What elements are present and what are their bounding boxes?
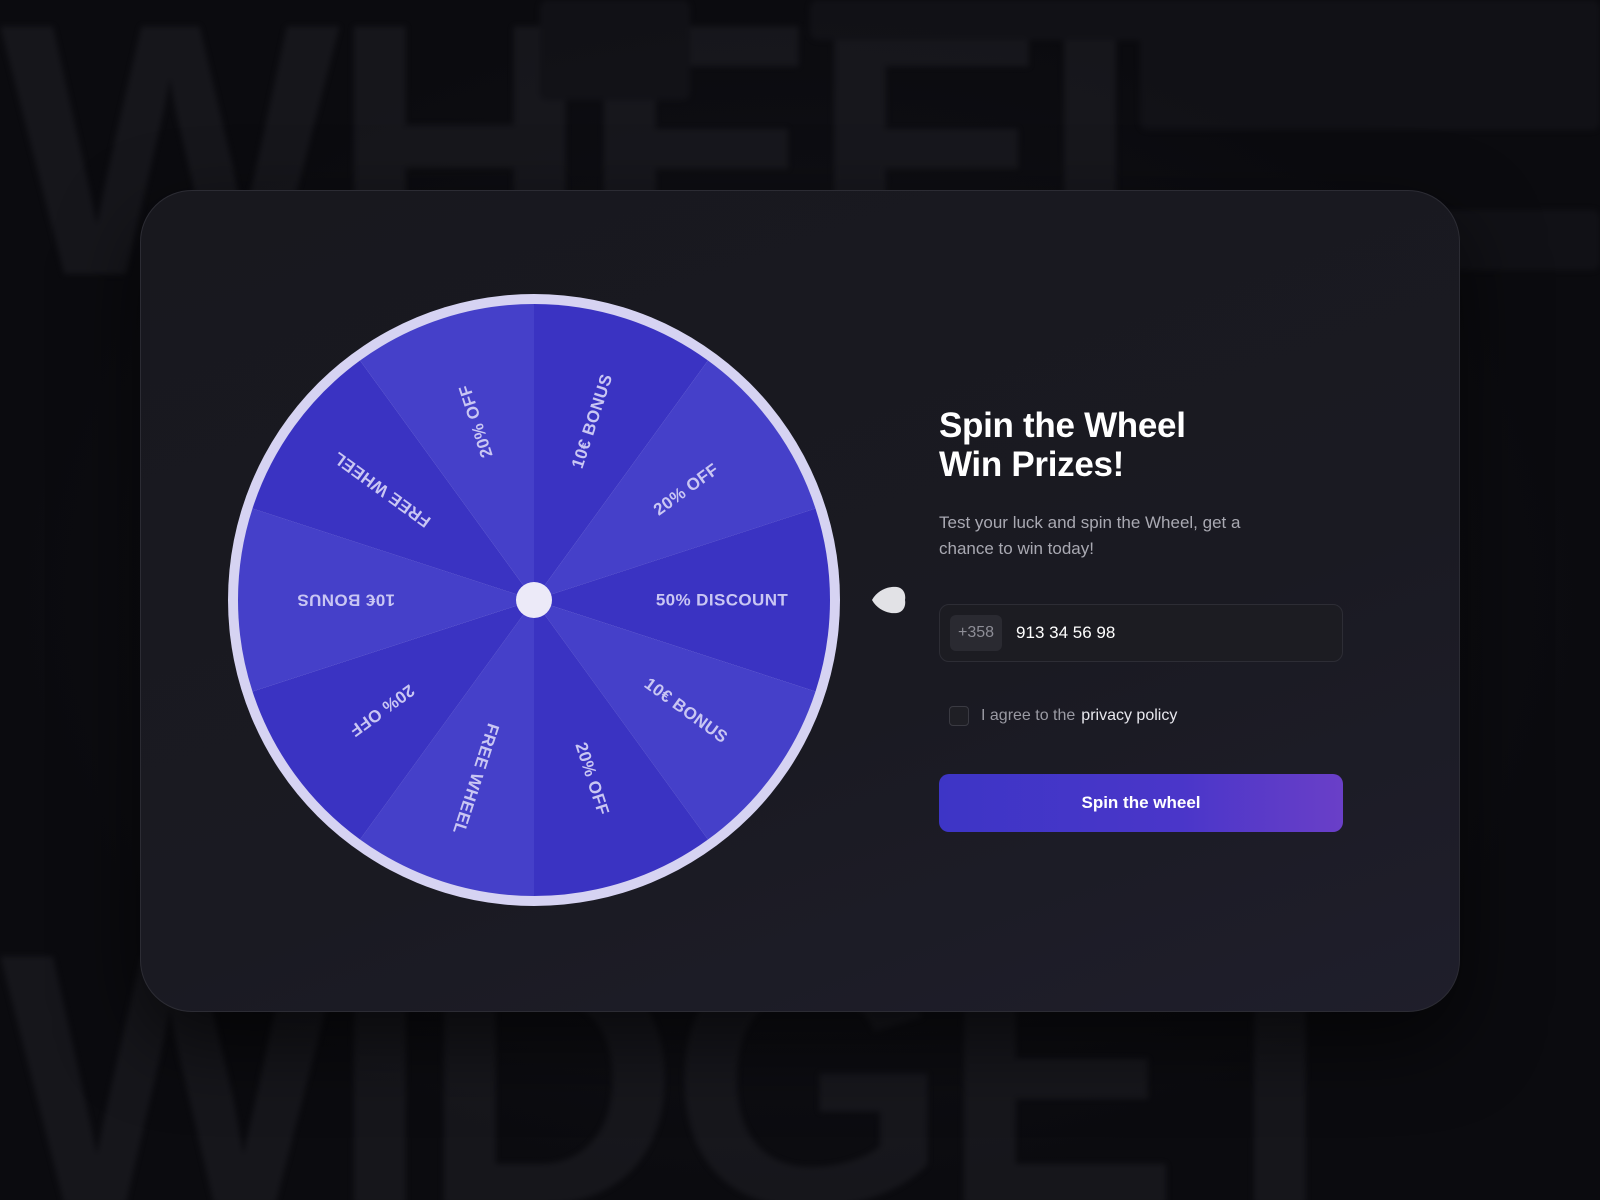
phone-field[interactable]: +358 (939, 604, 1343, 662)
background-panel (540, 0, 690, 100)
agree-label: I agree to the (981, 707, 1076, 724)
privacy-checkbox[interactable] (949, 706, 969, 726)
prize-wheel[interactable]: 10€ BONUS 20% OFF 50% DISCOUNT 10€ BONUS 20%… (228, 294, 840, 906)
title-line-1: Spin the Wheel (939, 406, 1186, 445)
background-panel (1140, 0, 1600, 130)
wheel-pointer-icon (872, 586, 906, 614)
form-panel: Spin the Wheel Win Prizes! Test your luc… (939, 406, 1359, 832)
country-code-selector[interactable]: +358 (950, 615, 1003, 651)
description-text: Test your luck and spin the Wheel, get a… (939, 513, 1241, 558)
spin-wheel-button[interactable]: Spin the wheel (939, 774, 1343, 832)
background-panel (1440, 210, 1600, 270)
page-title: Spin the Wheel Win Prizes! (939, 406, 1359, 484)
wheel-hub (516, 582, 552, 618)
privacy-policy-link[interactable]: privacy policy (1081, 707, 1177, 725)
privacy-agreement: I agree to the privacy policy (949, 706, 1177, 726)
phone-input[interactable] (1016, 623, 1317, 643)
wheel-segment-label: 10€ BONUS (297, 591, 395, 610)
page-stage: WHEEL WIDGET 10€ BONUS 20% OFF 50% DISCOUN… (0, 0, 1600, 1200)
wheel-segment-label: 50% DISCOUNT (656, 591, 789, 610)
prize-wheel-graphic: 10€ BONUS20% OFF50% DISCOUNT10€ BONUS20%… (228, 294, 840, 906)
title-line-2: Win Prizes! (939, 445, 1125, 484)
